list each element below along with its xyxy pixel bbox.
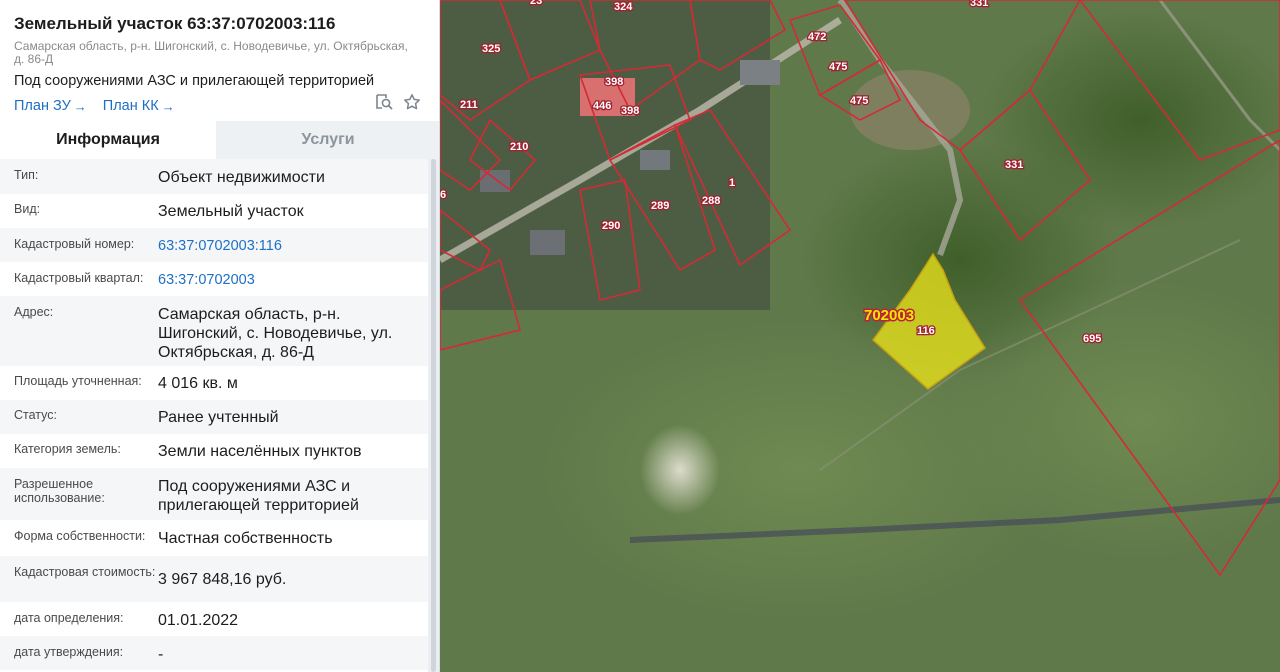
row-value: - bbox=[158, 646, 164, 663]
page-title: Земельный участок 63:37:0702003:116 bbox=[14, 14, 336, 33]
row-value: 01.01.2022 bbox=[158, 612, 239, 629]
info-panel: Земельный участок 63:37:0702003:116 Сама… bbox=[0, 0, 440, 672]
row-area: Площадь уточненная: 4 016 кв. м bbox=[0, 366, 428, 400]
row-type: Тип: Объект недвижимости bbox=[0, 159, 428, 194]
star-icon[interactable] bbox=[403, 93, 421, 111]
row-label: Категория земель: bbox=[14, 442, 121, 456]
quarter-label: 702003 bbox=[864, 307, 914, 324]
row-label: Кадастровый квартал: bbox=[14, 271, 144, 285]
panel-scrollbar[interactable] bbox=[428, 159, 439, 672]
panel-header: Земельный участок 63:37:0702003:116 Сама… bbox=[0, 0, 439, 121]
row-label: Тип: bbox=[14, 168, 39, 182]
row-label: Форма собственности: bbox=[14, 529, 146, 543]
row-value: 4 016 кв. м bbox=[158, 375, 238, 392]
row-label: дата определения: bbox=[14, 611, 124, 625]
row-address: Адрес: Самарская область, р-н. Шигонский… bbox=[0, 296, 428, 366]
satellite-map[interactable]: 702003 116 324 331 325 472 475 475 398 4… bbox=[440, 0, 1280, 672]
parcel-label: 23 bbox=[530, 0, 542, 7]
tab-information[interactable]: Информация bbox=[0, 121, 216, 159]
parcel-label: 6 bbox=[440, 189, 446, 201]
cadastral-quarter-link[interactable]: 63:37:0702003 bbox=[158, 271, 428, 290]
parcel-label: 211 bbox=[460, 99, 478, 111]
arrow-right-icon: → bbox=[73, 98, 87, 114]
plan-zu-label: План ЗУ bbox=[14, 98, 71, 114]
parcel-label: 398 bbox=[605, 76, 623, 88]
parcel-label: 331 bbox=[1005, 159, 1023, 171]
row-cadastral-quarter: Кадастровый квартал: 63:37:0702003 bbox=[0, 262, 428, 296]
row-permitted-use: Разрешенное использование: Под сооружени… bbox=[0, 468, 428, 520]
header-actions bbox=[375, 93, 421, 111]
row-label: Кадастровая стоимость: bbox=[14, 565, 156, 579]
parcel-address: Самарская область, р-н. Шигонский, с. Но… bbox=[14, 39, 408, 66]
row-determination-date: дата определения: 01.01.2022 bbox=[0, 602, 428, 636]
parcel-label: 325 bbox=[482, 43, 500, 55]
selected-parcel-label: 116 bbox=[917, 325, 935, 337]
row-land-category: Категория земель: Земли населённых пункт… bbox=[0, 434, 428, 468]
row-ownership: Форма собственности: Частная собственнос… bbox=[0, 520, 428, 556]
parcel-label: 210 bbox=[510, 141, 528, 153]
row-cadastral-value: Кадастровая стоимость: 3 967 848,16 руб. bbox=[0, 556, 428, 602]
parcel-label: 695 bbox=[1083, 333, 1101, 345]
row-value: Под сооружениями АЗС и прилегающей терри… bbox=[158, 478, 359, 514]
row-kind: Вид: Земельный участок bbox=[0, 194, 428, 228]
search-document-icon[interactable] bbox=[375, 93, 393, 111]
row-label: Статус: bbox=[14, 408, 57, 422]
building-roof bbox=[480, 170, 510, 192]
tabs: Информация Услуги bbox=[0, 121, 439, 159]
row-status: Статус: Ранее учтенный bbox=[0, 400, 428, 434]
row-label: Вид: bbox=[14, 202, 41, 216]
tab-services[interactable]: Услуги bbox=[216, 121, 439, 159]
row-label: Кадастровый номер: bbox=[14, 237, 135, 251]
plan-kk-link[interactable]: План КК → bbox=[103, 98, 175, 114]
row-value: Ранее учтенный bbox=[158, 409, 279, 426]
properties-table: Тип: Объект недвижимости Вид: Земельный … bbox=[0, 159, 428, 670]
parcel-label: 289 bbox=[651, 200, 669, 212]
parcel-label: 290 bbox=[602, 220, 620, 232]
row-label: дата утверждения: bbox=[14, 645, 124, 659]
plan-links: План ЗУ → План КК → bbox=[14, 96, 425, 116]
building-roof bbox=[530, 230, 565, 255]
row-value: Объект недвижимости bbox=[158, 169, 325, 186]
row-approval-date: дата утверждения: - bbox=[0, 636, 428, 670]
scrollbar-thumb[interactable] bbox=[431, 159, 436, 672]
row-value: Частная собственность bbox=[158, 530, 333, 547]
row-label: Разрешенное использование: bbox=[14, 477, 105, 505]
parcel-label: 475 bbox=[850, 95, 868, 107]
parcel-label: 1 bbox=[729, 177, 735, 189]
parcel-purpose: Под сооружениями АЗС и прилегающей терри… bbox=[14, 73, 375, 89]
row-label: Адрес: bbox=[14, 305, 54, 319]
row-value: 3 967 848,16 руб. bbox=[158, 571, 287, 588]
row-value: Самарская область, р-н. Шигонский, с. Но… bbox=[158, 306, 393, 361]
row-value: Земли населённых пунктов bbox=[158, 443, 362, 460]
sand-patch bbox=[640, 425, 720, 515]
parcel-label: 331 bbox=[970, 0, 988, 9]
parcel-label: 398 bbox=[621, 105, 639, 117]
row-cadastral-number: Кадастровый номер: 63:37:0702003:116 bbox=[0, 228, 428, 262]
plan-kk-label: План КК bbox=[102, 98, 159, 114]
cadastral-number-link[interactable]: 63:37:0702003:116 bbox=[158, 237, 428, 256]
arrow-right-icon: → bbox=[161, 98, 175, 114]
parcel-label: 324 bbox=[614, 1, 633, 13]
map-canvas[interactable]: 702003 116 324 331 325 472 475 475 398 4… bbox=[440, 0, 1280, 672]
row-value: Земельный участок bbox=[158, 203, 304, 220]
building-roof bbox=[640, 150, 670, 170]
parcel-label: 475 bbox=[829, 61, 847, 73]
parcel-label: 472 bbox=[808, 31, 826, 43]
building-roof bbox=[740, 60, 780, 85]
parcel-label: 288 bbox=[702, 195, 720, 207]
row-label: Площадь уточненная: bbox=[14, 374, 142, 388]
plan-zu-link[interactable]: План ЗУ → bbox=[14, 98, 87, 114]
parcel-label: 446 bbox=[593, 100, 611, 112]
bare-ground bbox=[850, 70, 970, 150]
